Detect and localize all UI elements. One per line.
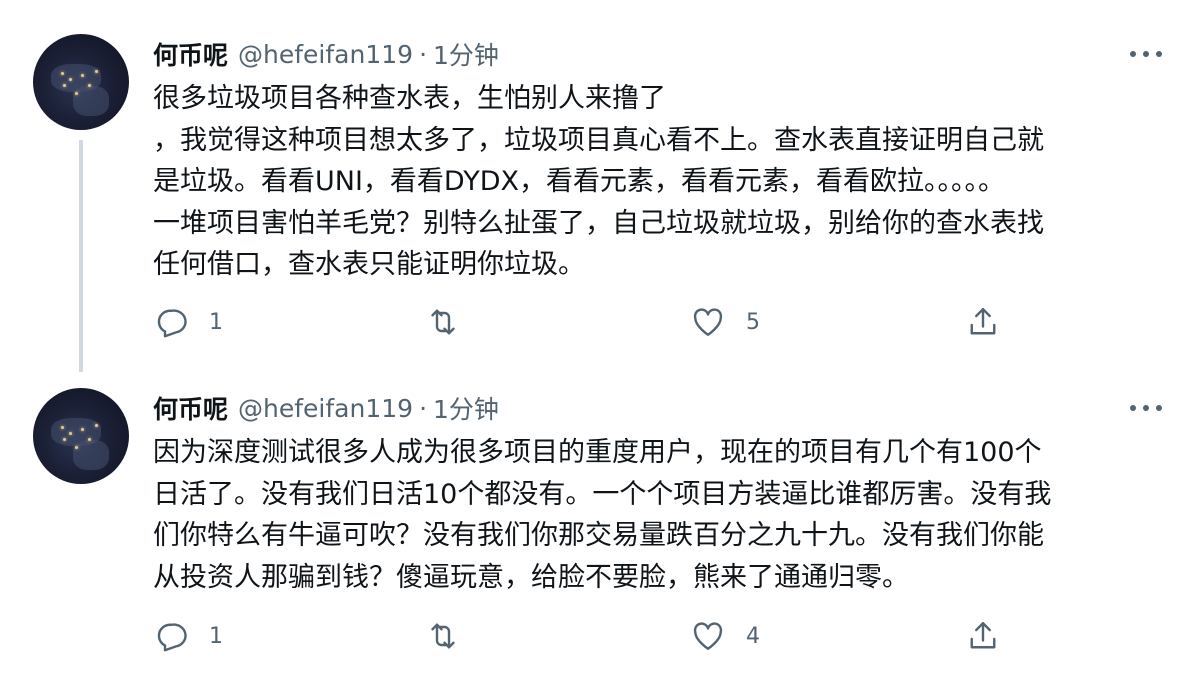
share-icon <box>970 622 996 649</box>
retweet-button[interactable] <box>425 300 481 344</box>
like-button[interactable]: 4 <box>690 614 760 658</box>
retweet-icon <box>431 623 455 649</box>
thread-line <box>79 140 83 372</box>
tweet-line: 从投资人那骗到钱？傻逼玩意，给脸不要脸，熊来了通通归零。 <box>153 561 909 593</box>
tweet-2[interactable]: 何币呢 @hefeifan119 · 1分钟 因为深度测试很多人成为很多项目的重… <box>0 372 1200 684</box>
avatar[interactable] <box>33 34 129 130</box>
tweet-1[interactable]: 何币呢 @hefeifan119 · 1分钟 很多垃圾项目各种查水表，生怕别人来… <box>0 0 1200 372</box>
tweet-line: 任何借口，查水表只能证明你垃圾。 <box>153 249 585 280</box>
like-count: 5 <box>746 309 760 335</box>
more-icon[interactable] <box>1130 49 1162 59</box>
reply-button[interactable]: 1 <box>153 300 223 344</box>
tweet-actions: 1 5 <box>153 300 1053 344</box>
avatar[interactable] <box>33 388 129 484</box>
heart-icon <box>693 622 723 650</box>
timestamp[interactable]: 1分钟 <box>433 390 499 426</box>
tweet-line: 因为深度测试很多人成为很多项目的重度用户，现在的项目有几个有100个 <box>153 437 1042 468</box>
tweet-line: 一堆项目害怕羊毛党？别特么扯蛋了，自己垃圾就垃圾，别给你的查水表找 <box>153 207 1044 239</box>
share-button[interactable] <box>965 300 1001 344</box>
like-button[interactable]: 5 <box>690 300 760 344</box>
tweet-text: 很多垃圾项目各种查水表，生怕别人来撸了 ，我觉得这种项目想太多了，垃圾项目真心看… <box>153 78 1153 286</box>
retweet-button[interactable] <box>425 614 481 658</box>
tweet-text: 因为深度测试很多人成为很多项目的重度用户，现在的项目有几个有100个 日活了。没… <box>153 432 1153 598</box>
separator: · <box>419 393 428 423</box>
author-name[interactable]: 何币呢 <box>153 36 228 72</box>
retweet-icon <box>431 309 455 335</box>
share-icon <box>970 308 996 335</box>
reply-icon <box>157 623 187 652</box>
heart-icon <box>693 308 723 336</box>
reply-icon <box>157 309 187 338</box>
share-button[interactable] <box>965 614 1001 658</box>
reply-button[interactable]: 1 <box>153 614 223 658</box>
separator: · <box>419 39 428 69</box>
tweet-actions: 1 4 <box>153 614 1053 658</box>
tweet-header: 何币呢 @hefeifan119 · 1分钟 <box>153 388 499 428</box>
author-handle[interactable]: @hefeifan119 <box>238 394 413 423</box>
tweet-line: 很多垃圾项目各种查水表，生怕别人来撸了 <box>153 83 666 114</box>
reply-count: 1 <box>209 623 223 649</box>
tweet-line: 们你特么有牛逼可吹？没有我们你那交易量跌百分之九十九。没有我们你能 <box>153 520 1044 551</box>
tweet-line: 日活了。没有我们日活10个都没有。一个个项目方装逼比谁都厉害。没有我 <box>153 478 1052 510</box>
like-count: 4 <box>746 623 760 649</box>
author-handle[interactable]: @hefeifan119 <box>238 40 413 69</box>
reply-count: 1 <box>209 309 223 335</box>
tweet-line: 是垃圾。看看UNI，看看DYDX，看看元素，看看元素，看看欧拉。。。。。 <box>153 166 1006 197</box>
timestamp[interactable]: 1分钟 <box>433 36 499 72</box>
more-icon[interactable] <box>1130 403 1162 413</box>
author-name[interactable]: 何币呢 <box>153 390 228 426</box>
tweet-header: 何币呢 @hefeifan119 · 1分钟 <box>153 34 499 74</box>
tweet-line: ，我觉得这种项目想太多了，垃圾项目真心看不上。查水表直接证明自己就 <box>153 124 1044 156</box>
